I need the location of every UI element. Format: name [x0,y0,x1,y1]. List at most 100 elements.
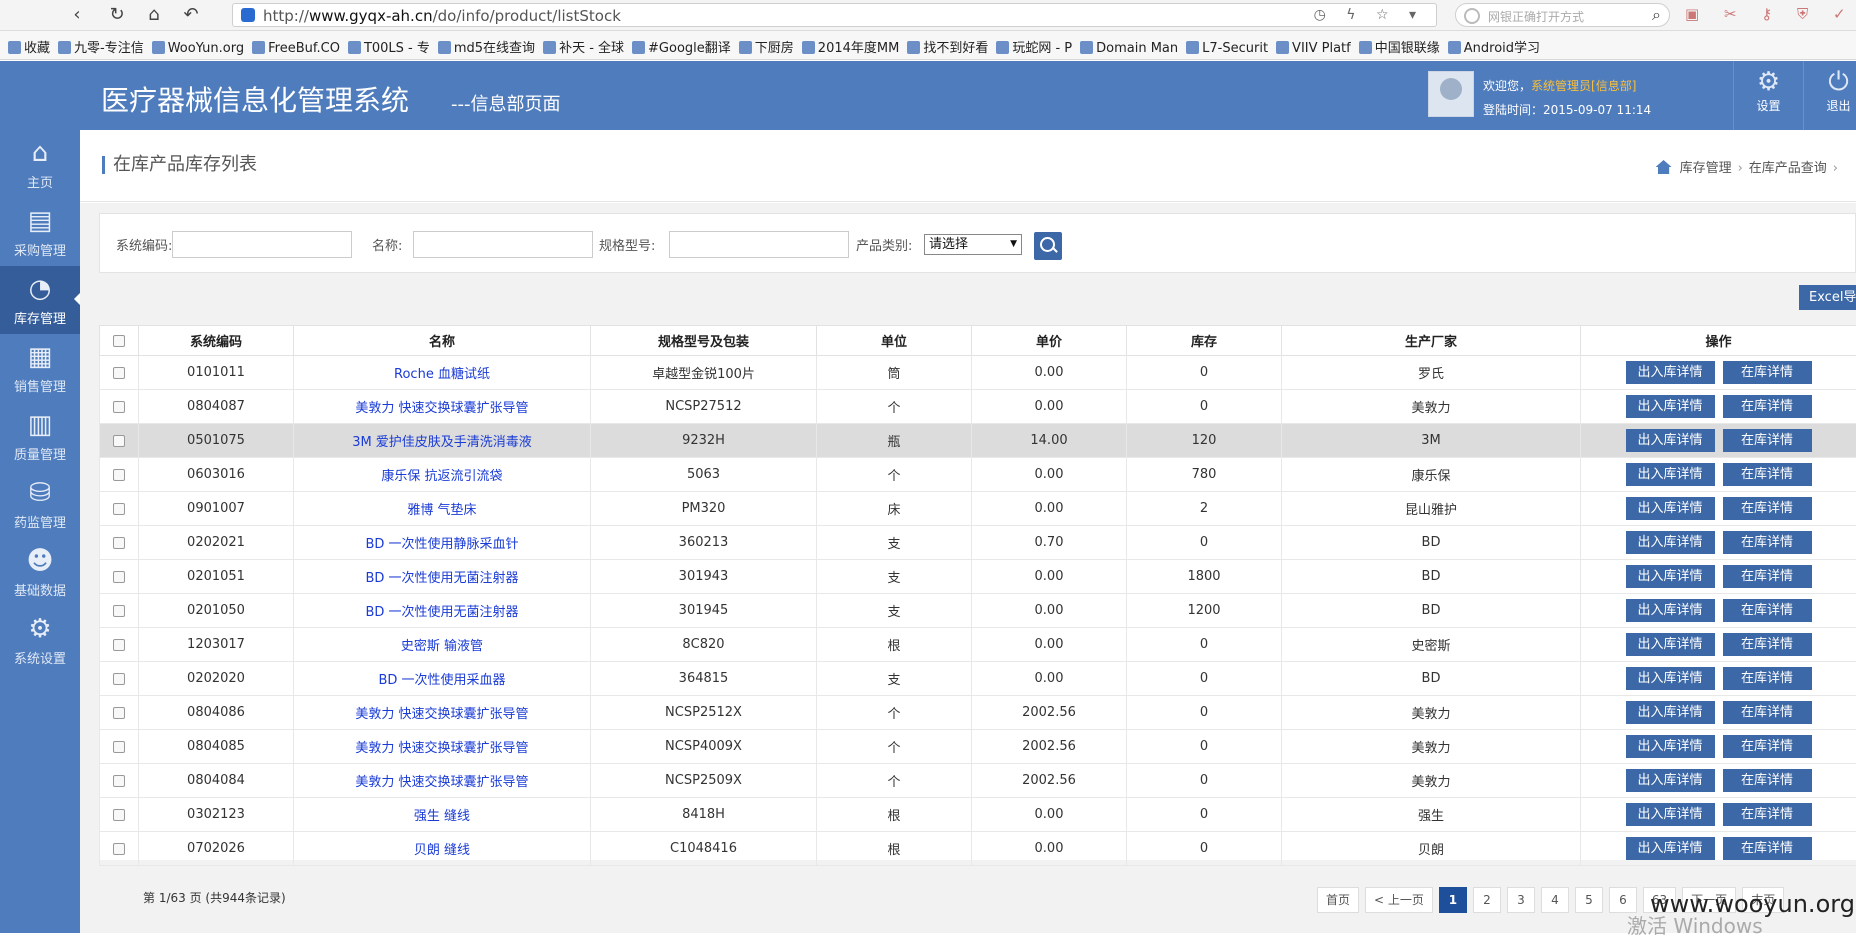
cell-name[interactable]: BD 一次性使用无菌注射器 [294,560,591,594]
product-link[interactable]: 贝朗 缝线 [414,843,470,858]
home-browser-icon[interactable]: ⌂ [141,4,167,26]
stock-detail-button[interactable]: 在库详情 [1723,429,1812,452]
bookmark-item[interactable]: md5在线查询 [438,37,535,56]
avatar[interactable] [1428,71,1474,117]
product-link[interactable]: 史密斯 输液管 [401,639,483,654]
cell-name[interactable]: 美敦力 快速交换球囊扩张导管 [294,696,591,730]
cell-name[interactable]: 美敦力 快速交换球囊扩张导管 [294,390,591,424]
bookmark-item[interactable]: Android学习 [1448,37,1540,56]
product-link[interactable]: 美敦力 快速交换球囊扩张导管 [355,401,528,416]
inout-detail-button[interactable]: 出入库详情 [1626,531,1715,554]
bookmark-item[interactable]: 2014年度MM [802,37,900,56]
bookmark-item[interactable]: VIIV Platf [1276,41,1351,56]
bookmark-item[interactable]: #Google翻译 [632,37,731,56]
cell-name[interactable]: Roche 血糖试纸 [294,356,591,390]
stock-detail-button[interactable]: 在库详情 [1723,803,1812,826]
back-icon[interactable]: ‹ [64,4,90,26]
stock-detail-button[interactable]: 在库详情 [1723,633,1812,656]
sidebar-item-user[interactable]: ☻基础数据 [0,538,80,606]
product-link[interactable]: 雅博 气垫床 [407,503,476,518]
bookmark-item[interactable]: T00LS - 专 [348,37,430,56]
search-button[interactable] [1034,232,1062,260]
row-checkbox[interactable] [100,526,139,560]
home-icon[interactable] [1656,160,1672,174]
inout-detail-button[interactable]: 出入库详情 [1626,701,1715,724]
sidebar-item-pie-chart[interactable]: ◔库存管理 [0,266,80,334]
sidebar-item-gear[interactable]: ⚙系统设置 [0,606,80,674]
prev-page-button[interactable]: < 上一页 [1365,887,1433,913]
bookmark-item[interactable]: 九零-专注信 [58,37,144,56]
stock-detail-button[interactable]: 在库详情 [1723,667,1812,690]
table-row[interactable]: 0804087美敦力 快速交换球囊扩张导管NCSP27512个0.000美敦力出… [100,390,1856,424]
sidebar-item-bar-chart[interactable]: ▥质量管理 [0,402,80,470]
product-link[interactable]: 美敦力 快速交换球囊扩张导管 [355,707,528,722]
bookmark-item[interactable]: Domain Man [1080,41,1178,56]
cell-name[interactable]: BD 一次性使用采血器 [294,662,591,696]
table-row[interactable]: 0201050BD 一次性使用无菌注射器301945支0.001200BD出入库… [100,594,1856,628]
bookmark-item[interactable]: 找不到好看 [907,37,988,56]
product-link[interactable]: Roche 血糖试纸 [394,367,490,382]
table-row[interactable]: 0804085美敦力 快速交换球囊扩张导管NCSP4009X个2002.560美… [100,730,1856,764]
page-number[interactable]: 3 [1507,887,1535,913]
bookmark-item[interactable]: 玩蛇网 - P [996,37,1072,56]
cell-name[interactable]: 强生 缝线 [294,798,591,832]
product-link[interactable]: 美敦力 快速交换球囊扩张导管 [355,775,528,790]
page-number[interactable]: 5 [1575,887,1603,913]
cell-name[interactable]: BD 一次性使用无菌注射器 [294,594,591,628]
stock-detail-button[interactable]: 在库详情 [1723,497,1812,520]
bookmark-item[interactable]: 中国银联缘 [1359,37,1440,56]
table-row[interactable]: 0202020BD 一次性使用采血器364815支0.000BD出入库详情在库详… [100,662,1856,696]
cell-name[interactable]: 3M 爱护佳皮肤及手清洗消毒液 [294,424,591,458]
cell-name[interactable]: 史密斯 输液管 [294,628,591,662]
first-page-button[interactable]: 首页 [1317,887,1359,913]
bookmark-item[interactable]: 下厨房 [739,37,794,56]
product-link[interactable]: BD 一次性使用静脉采血针 [365,537,518,552]
breadcrumb-item[interactable]: 库存管理 [1680,161,1732,176]
product-link[interactable]: 3M 爱护佳皮肤及手清洗消毒液 [352,435,532,450]
inout-detail-button[interactable]: 出入库详情 [1626,565,1715,588]
sidebar-item-purchase[interactable]: ▤采购管理 [0,198,80,266]
row-checkbox[interactable] [100,764,139,798]
bookmark-item[interactable]: L7-Securit [1186,41,1268,56]
logout-button[interactable]: ⏻ 退出 [1803,61,1856,130]
inout-detail-button[interactable]: 出入库详情 [1626,837,1715,860]
row-checkbox[interactable] [100,390,139,424]
table-row[interactable]: 0302123强生 缝线8418H根0.000强生出入库详情在库详情 [100,798,1856,832]
row-checkbox[interactable] [100,594,139,628]
inout-detail-button[interactable]: 出入库详情 [1626,429,1715,452]
stock-detail-button[interactable]: 在库详情 [1723,769,1812,792]
sidebar-item-home[interactable]: ⌂主页 [0,130,80,198]
search-icon[interactable]: ⌕ [1652,5,1661,25]
user-role[interactable]: 系统管理员[信息部] [1531,79,1636,93]
product-link[interactable]: BD 一次性使用无菌注射器 [365,605,518,620]
cell-name[interactable]: 康乐保 抗返流引流袋 [294,458,591,492]
stock-detail-button[interactable]: 在库详情 [1723,463,1812,486]
cell-name[interactable]: 贝朗 缝线 [294,832,591,866]
stock-detail-button[interactable]: 在库详情 [1723,735,1812,758]
bookmark-item[interactable]: 补天 - 全球 [543,37,624,56]
inout-detail-button[interactable]: 出入库详情 [1626,497,1715,520]
row-checkbox[interactable] [100,492,139,526]
inout-detail-button[interactable]: 出入库详情 [1626,633,1715,656]
cell-name[interactable]: BD 一次性使用静脉采血针 [294,526,591,560]
inout-detail-button[interactable]: 出入库详情 [1626,667,1715,690]
inout-detail-button[interactable]: 出入库详情 [1626,599,1715,622]
browser-search[interactable]: 网银正确打开方式 ⌕ [1455,3,1670,27]
product-link[interactable]: 强生 缝线 [414,809,470,824]
stock-detail-button[interactable]: 在库详情 [1723,565,1812,588]
inout-detail-button[interactable]: 出入库详情 [1626,361,1715,384]
excel-export-button[interactable]: Excel导出 [1799,285,1856,310]
page-number[interactable]: 4 [1541,887,1569,913]
settings-button[interactable]: ⚙ 设置 [1733,61,1803,130]
undo-icon[interactable]: ↶ [178,4,204,26]
row-checkbox[interactable] [100,560,139,594]
table-row[interactable]: 0702026贝朗 缝线C1048416根0.000贝朗出入库详情在库详情 [100,832,1856,866]
stock-detail-button[interactable]: 在库详情 [1723,701,1812,724]
table-row[interactable]: 05010753M 爱护佳皮肤及手清洗消毒液9232H瓶14.001203M出入… [100,424,1856,458]
row-checkbox[interactable] [100,798,139,832]
inout-detail-button[interactable]: 出入库详情 [1626,395,1715,418]
sidebar-item-database[interactable]: ⛁药监管理 [0,470,80,538]
row-checkbox[interactable] [100,628,139,662]
page-number[interactable]: 1 [1439,887,1467,913]
row-checkbox[interactable] [100,356,139,390]
